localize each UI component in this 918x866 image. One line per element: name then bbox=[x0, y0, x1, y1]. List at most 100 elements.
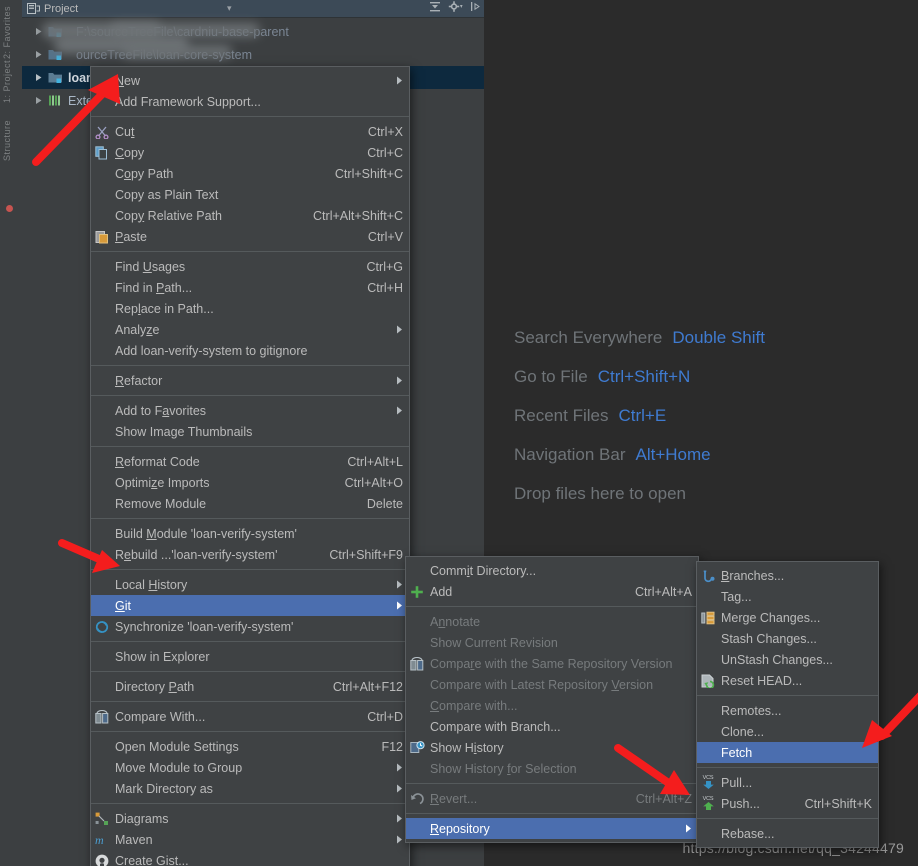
menu-item-move-module-to-group[interactable]: Move Module to Group bbox=[91, 757, 409, 778]
menu-item-analyze[interactable]: Analyze bbox=[91, 319, 409, 340]
menu-item-label: Reset HEAD... bbox=[721, 673, 803, 688]
menu-item-fetch[interactable]: Fetch bbox=[697, 742, 878, 763]
menu-item-maven[interactable]: m Maven bbox=[91, 829, 409, 850]
tool-strip-label-project[interactable]: 1: Project bbox=[2, 60, 12, 103]
menu-separator bbox=[406, 606, 698, 607]
collapse-all-icon[interactable] bbox=[429, 1, 441, 15]
compare-icon bbox=[406, 656, 428, 671]
menu-item-find-in-path[interactable]: Find in Path... Ctrl+H bbox=[91, 277, 409, 298]
menu-item-push[interactable]: VCS Push... Ctrl+Shift+K bbox=[697, 793, 878, 814]
diagrams-icon bbox=[91, 812, 113, 826]
menu-item-rebase[interactable]: Rebase... bbox=[697, 823, 878, 844]
menu-item-new[interactable]: New bbox=[91, 70, 409, 91]
menu-item-copy-path[interactable]: Copy Path Ctrl+Shift+C bbox=[91, 163, 409, 184]
menu-item-create-gist[interactable]: Create Gist... bbox=[91, 850, 409, 866]
project-panel-header: Project ▾ bbox=[22, 0, 484, 18]
git-submenu[interactable]: Commit Directory... Add Ctrl+Alt+A Annotate… bbox=[405, 556, 699, 843]
menu-item-label: Compare with... bbox=[430, 698, 518, 713]
menu-item-clone[interactable]: Clone... bbox=[697, 721, 878, 742]
menu-item-build-module-loan-verify-system[interactable]: Build Module 'loan-verify-system' bbox=[91, 523, 409, 544]
menu-item-label: Revert... bbox=[430, 791, 478, 806]
menu-item-remotes[interactable]: Remotes... bbox=[697, 700, 878, 721]
menu-item-directory-path[interactable]: Directory Path Ctrl+Alt+F12 bbox=[91, 676, 409, 697]
module-context-menu[interactable]: New Add Framework Support... Cut Ctrl+X Copy… bbox=[90, 66, 410, 866]
hide-window-icon[interactable] bbox=[470, 1, 480, 15]
menu-item-unstash-changes[interactable]: UnStash Changes... bbox=[697, 649, 878, 670]
menu-item-label: Mark Directory as bbox=[115, 781, 213, 796]
submenu-arrow-icon bbox=[396, 580, 403, 589]
menu-item-label: Find in Path... bbox=[115, 280, 193, 295]
menu-item-label: Show History for Selection bbox=[430, 761, 577, 776]
copy-icon bbox=[91, 145, 113, 160]
menu-item-cut[interactable]: Cut Ctrl+X bbox=[91, 121, 409, 142]
menu-item-label: UnStash Changes... bbox=[721, 652, 833, 667]
menu-item-refactor[interactable]: Refactor bbox=[91, 370, 409, 391]
menu-item-synchronize-loan-verify-system[interactable]: Synchronize 'loan-verify-system' bbox=[91, 616, 409, 637]
hint-label: Navigation Bar bbox=[514, 444, 626, 464]
menu-item-show-in-explorer[interactable]: Show in Explorer bbox=[91, 646, 409, 667]
add-plus-icon bbox=[406, 585, 428, 599]
menu-item-shortcut: Ctrl+Alt+Shift+C bbox=[313, 208, 403, 223]
menu-item-git[interactable]: Git bbox=[91, 595, 409, 616]
menu-item-add-loan-verify-system-to-gitignore[interactable]: Add loan-verify-system to gitignore bbox=[91, 340, 409, 361]
menu-item-find-usages[interactable]: Find Usages Ctrl+G bbox=[91, 256, 409, 277]
menu-separator bbox=[91, 569, 409, 570]
settings-gear-icon[interactable] bbox=[448, 1, 463, 15]
menu-separator bbox=[91, 641, 409, 642]
menu-separator bbox=[91, 518, 409, 519]
menu-item-rebuild-loan-verify-system[interactable]: Rebuild ...'loan-verify-system' Ctrl+Shif… bbox=[91, 544, 409, 565]
menu-item-add-framework-support[interactable]: Add Framework Support... bbox=[91, 91, 409, 112]
menu-item-copy[interactable]: Copy Ctrl+C bbox=[91, 142, 409, 163]
menu-item-merge-changes[interactable]: Merge Changes... bbox=[697, 607, 878, 628]
menu-item-shortcut: Ctrl+Alt+L bbox=[347, 454, 403, 469]
menu-item-shortcut: Ctrl+H bbox=[367, 280, 403, 295]
vcs-push-icon: VCS bbox=[697, 796, 719, 811]
menu-item-diagrams[interactable]: Diagrams bbox=[91, 808, 409, 829]
menu-item-label: Show History bbox=[430, 740, 504, 755]
menu-item-shortcut: Ctrl+Shift+C bbox=[334, 166, 403, 181]
tool-strip-label-structure[interactable]: Structure bbox=[2, 120, 12, 161]
menu-item-compare-with-branch[interactable]: Compare with Branch... bbox=[406, 716, 698, 737]
menu-item-label: Move Module to Group bbox=[115, 760, 243, 775]
menu-item-add[interactable]: Add Ctrl+Alt+A bbox=[406, 581, 698, 602]
expand-triangle-icon[interactable] bbox=[30, 50, 46, 59]
menu-item-reset-head[interactable]: Reset HEAD... bbox=[697, 670, 878, 691]
hint-label: Search Everywhere bbox=[514, 327, 663, 347]
menu-item-local-history[interactable]: Local History bbox=[91, 574, 409, 595]
expand-triangle-icon[interactable] bbox=[30, 96, 46, 105]
menu-item-copy-relative-path[interactable]: Copy Relative Path Ctrl+Alt+Shift+C bbox=[91, 205, 409, 226]
repository-submenu[interactable]: Branches... Tag... Merge Changes... Stash C… bbox=[696, 561, 879, 848]
menu-item-tag[interactable]: Tag... bbox=[697, 586, 878, 607]
menu-item-branches[interactable]: Branches... bbox=[697, 565, 878, 586]
menu-item-label: Open Module Settings bbox=[115, 739, 239, 754]
menu-item-pull[interactable]: VCS Pull... bbox=[697, 772, 878, 793]
menu-item-remove-module[interactable]: Remove Module Delete bbox=[91, 493, 409, 514]
menu-item-shortcut: Ctrl+C bbox=[367, 145, 403, 160]
menu-item-optimize-imports[interactable]: Optimize Imports Ctrl+Alt+O bbox=[91, 472, 409, 493]
hint-label: Go to File bbox=[514, 366, 588, 386]
svg-text:m: m bbox=[95, 833, 104, 847]
menu-separator bbox=[91, 251, 409, 252]
hint-shortcut: Ctrl+E bbox=[618, 405, 667, 425]
menu-item-compare-with-latest-repository-version: Compare with Latest Repository Version bbox=[406, 674, 698, 695]
menu-item-commit-directory[interactable]: Commit Directory... bbox=[406, 560, 698, 581]
chevron-down-icon[interactable]: ▾ bbox=[227, 3, 232, 14]
menu-item-repository[interactable]: Repository bbox=[406, 818, 698, 839]
menu-item-copy-as-plain-text[interactable]: Copy as Plain Text bbox=[91, 184, 409, 205]
menu-item-show-image-thumbnails[interactable]: Show Image Thumbnails bbox=[91, 421, 409, 442]
menu-item-open-module-settings[interactable]: Open Module Settings F12 bbox=[91, 736, 409, 757]
submenu-arrow-icon bbox=[396, 784, 403, 793]
tool-strip-label-favorites[interactable]: 2: Favorites bbox=[2, 6, 12, 59]
menu-item-show-history[interactable]: Show History bbox=[406, 737, 698, 758]
expand-triangle-icon[interactable] bbox=[30, 73, 46, 82]
menu-item-label: Local History bbox=[115, 577, 188, 592]
menu-item-stash-changes[interactable]: Stash Changes... bbox=[697, 628, 878, 649]
menu-item-label: Stash Changes... bbox=[721, 631, 817, 646]
menu-item-replace-in-path[interactable]: Replace in Path... bbox=[91, 298, 409, 319]
menu-item-mark-directory-as[interactable]: Mark Directory as bbox=[91, 778, 409, 799]
menu-item-paste[interactable]: Paste Ctrl+V bbox=[91, 226, 409, 247]
menu-item-label: Create Gist... bbox=[115, 853, 189, 866]
menu-item-compare-with[interactable]: Compare With... Ctrl+D bbox=[91, 706, 409, 727]
menu-item-reformat-code[interactable]: Reformat Code Ctrl+Alt+L bbox=[91, 451, 409, 472]
menu-item-add-to-favorites[interactable]: Add to Favorites bbox=[91, 400, 409, 421]
